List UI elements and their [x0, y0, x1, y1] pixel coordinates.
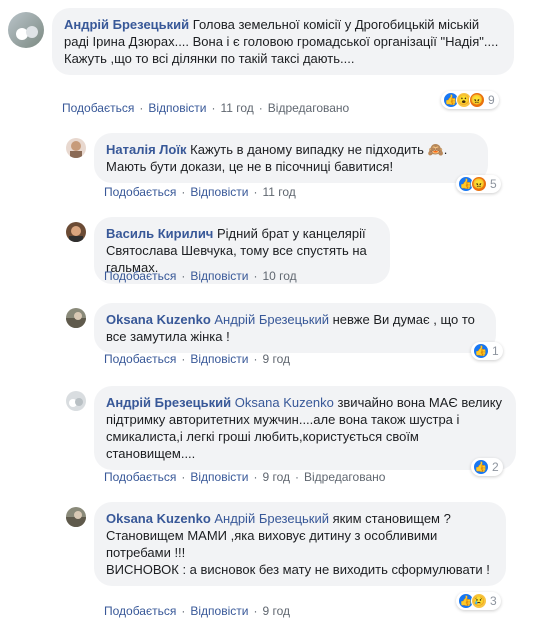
reaction-count: 1	[492, 344, 499, 358]
comment-bubble: Андрій Брезецький Oksana Kuzenko звичайн…	[94, 386, 516, 470]
avatar[interactable]	[66, 222, 86, 242]
reactions-summary[interactable]: 👍 😢 3	[456, 592, 501, 610]
reply-link[interactable]: Відповісти	[190, 470, 248, 484]
reaction-count: 3	[490, 594, 497, 608]
like-link[interactable]: Подобається	[104, 604, 176, 618]
like-icon: 👍	[473, 343, 489, 359]
comment-timestamp[interactable]: 9 год	[262, 470, 290, 484]
comment-bubble: Oksana Kuzenko Андрій Брезецький невже В…	[94, 303, 496, 353]
comment-author[interactable]: Андрій Брезецький	[64, 17, 189, 32]
avatar[interactable]	[66, 391, 86, 411]
comment-bubble: Oksana Kuzenko Андрій Брезецький яким ст…	[94, 502, 506, 586]
comment-text-line: ВИСНОВОК : а висновок без мату не виходи…	[106, 562, 490, 577]
comment-timestamp[interactable]: 11 год	[220, 101, 253, 115]
reaction-count: 5	[490, 177, 497, 191]
reply-link[interactable]: Відповісти	[148, 101, 206, 115]
comment-actions: Подобається · Відповісти · 11 год · Відредагов…	[62, 101, 350, 115]
mention-link[interactable]: Oksana Kuzenko	[235, 395, 334, 410]
comment-timestamp[interactable]: 10 год	[262, 269, 296, 283]
reaction-count: 2	[492, 460, 499, 474]
comment-text-line: яким становищем ?	[332, 511, 451, 526]
comment-author[interactable]: Андрій Брезецький	[106, 395, 231, 410]
comment-actions: Подобається · Відповісти · 9 год	[104, 604, 290, 618]
angry-icon: 😠	[469, 92, 485, 108]
comment-actions: Подобається · Відповісти · 11 год	[104, 185, 296, 199]
reply-link[interactable]: Відповісти	[190, 604, 248, 618]
comment-bubble: Наталія Лоїк Кажуть в даному випадку не …	[94, 133, 488, 183]
like-link[interactable]: Подобається	[104, 470, 176, 484]
comment-bubble: Андрій Брезецький Голова земельної коміс…	[52, 8, 514, 75]
like-link[interactable]: Подобається	[104, 269, 176, 283]
avatar[interactable]	[66, 138, 86, 158]
angry-icon: 😠	[471, 176, 487, 192]
reactions-summary[interactable]: 👍 😠 5	[456, 175, 501, 193]
avatar[interactable]	[66, 308, 86, 328]
mention-link[interactable]: Андрій Брезецький	[214, 511, 329, 526]
reply-link[interactable]: Відповісти	[190, 352, 248, 366]
comment-timestamp[interactable]: 11 год	[262, 185, 295, 199]
comment-author[interactable]: Наталія Лоїк	[106, 142, 187, 157]
comment-actions: Подобається · Відповісти · 10 год	[104, 269, 297, 283]
reactions-summary[interactable]: 👍 😮 😠 9	[441, 91, 499, 109]
avatar[interactable]	[66, 507, 86, 527]
like-link[interactable]: Подобається	[104, 352, 176, 366]
comment-author[interactable]: Oksana Kuzenko	[106, 511, 211, 526]
reaction-count: 9	[488, 93, 495, 107]
avatar[interactable]	[8, 12, 44, 48]
sad-icon: 😢	[471, 593, 487, 609]
comment-actions: Подобається · Відповісти · 9 год · Відредагова…	[104, 470, 386, 484]
edited-label[interactable]: Відредаговано	[268, 101, 349, 115]
like-icon: 👍	[473, 459, 489, 475]
edited-label[interactable]: Відредаговано	[304, 470, 385, 484]
comment-timestamp[interactable]: 9 год	[262, 604, 290, 618]
reactions-summary[interactable]: 👍 2	[471, 458, 503, 476]
comment-actions: Подобається · Відповісти · 9 год	[104, 352, 290, 366]
reply-link[interactable]: Відповісти	[190, 269, 248, 283]
comment-author[interactable]: Oksana Kuzenko	[106, 312, 211, 327]
mention-link[interactable]: Андрій Брезецький	[214, 312, 329, 327]
comment-timestamp[interactable]: 9 год	[262, 352, 290, 366]
comment-text-line: Становищем МАМИ ,яка виховує дитину з ос…	[106, 528, 438, 560]
reply-link[interactable]: Відповісти	[190, 185, 248, 199]
comment-author[interactable]: Василь Кирилич	[106, 226, 213, 241]
like-link[interactable]: Подобається	[104, 185, 176, 199]
like-link[interactable]: Подобається	[62, 101, 134, 115]
reactions-summary[interactable]: 👍 1	[471, 342, 503, 360]
